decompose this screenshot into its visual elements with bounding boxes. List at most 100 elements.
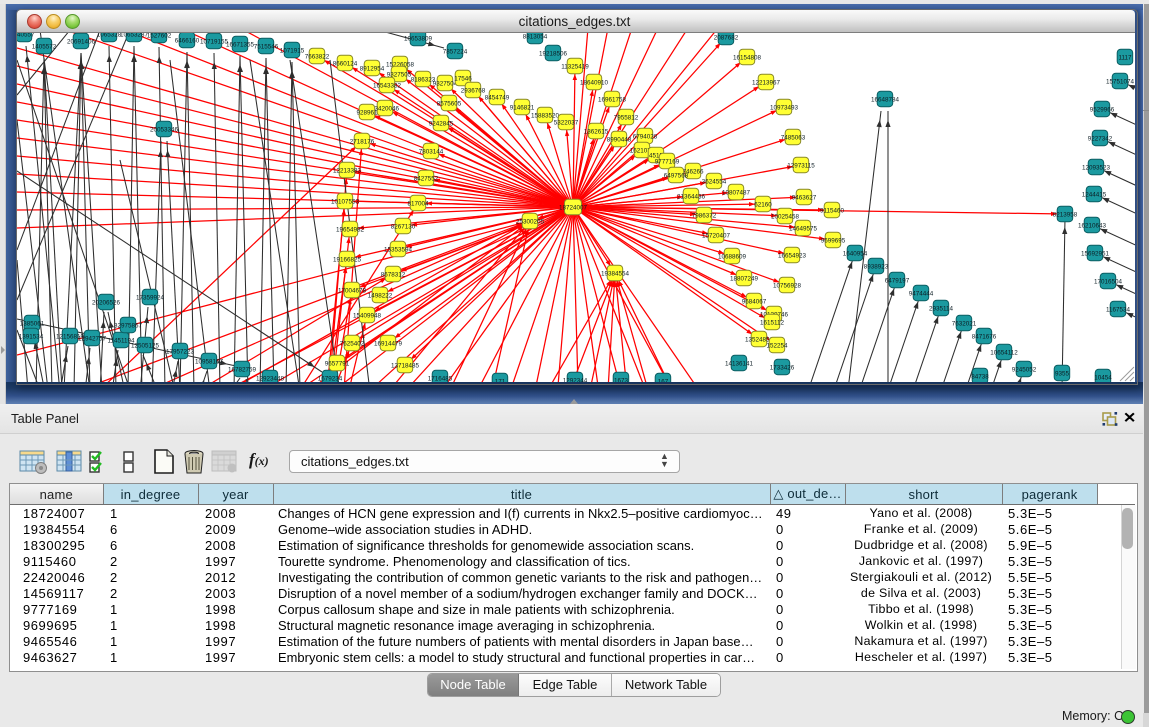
svg-text:9699695: 9699695: [821, 237, 846, 244]
svg-text:19654982: 19654982: [336, 226, 365, 233]
svg-text:1362615: 1362615: [584, 128, 609, 135]
svg-text:2087682: 2087682: [714, 34, 739, 41]
svg-text:2718176: 2718176: [350, 138, 375, 145]
svg-text:12942757: 12942757: [78, 335, 107, 342]
svg-text:8938923: 8938923: [864, 263, 889, 270]
svg-text:8213958: 8213958: [1053, 211, 1078, 218]
svg-text:17016504: 17016504: [1094, 278, 1123, 285]
svg-text:12505125: 12505125: [131, 342, 160, 349]
svg-text:16654923: 16654923: [778, 252, 807, 259]
svg-text:1244415: 1244415: [1082, 191, 1107, 198]
svg-text:6497568: 6497568: [664, 172, 689, 179]
svg-text:20053346: 20053346: [150, 126, 179, 133]
svg-text:7857224: 7857224: [443, 48, 468, 55]
svg-text:10807487: 10807487: [722, 189, 751, 196]
svg-text:15751074: 15751074: [1106, 78, 1135, 85]
svg-text:8427552: 8427552: [414, 175, 439, 182]
svg-text:171: 171: [495, 378, 506, 382]
svg-text:20691406: 20691406: [67, 38, 96, 45]
svg-text:9115460: 9115460: [820, 207, 845, 214]
svg-text:1391534: 1391534: [19, 333, 44, 340]
svg-text:16543382: 16543382: [373, 82, 402, 89]
svg-text:21364436: 21364436: [677, 193, 706, 200]
svg-text:20206526: 20206526: [92, 299, 121, 306]
svg-text:1292344: 1292344: [563, 377, 588, 382]
svg-text:13718485: 13718485: [391, 362, 420, 369]
svg-text:6794028: 6794028: [633, 133, 658, 140]
svg-text:10719155: 10719155: [200, 38, 229, 45]
svg-text:7485063: 7485063: [781, 134, 806, 141]
svg-text:10653809: 10653809: [404, 35, 433, 42]
svg-text:5322037: 5322037: [554, 119, 579, 126]
svg-text:6466160: 6466160: [175, 37, 200, 44]
svg-text:10973493: 10973493: [770, 104, 799, 111]
svg-text:1673: 1673: [614, 377, 629, 382]
svg-text:19166825: 19166825: [333, 256, 362, 263]
svg-text:8575605: 8575605: [437, 100, 462, 107]
svg-text:1733426: 1733426: [770, 364, 795, 371]
svg-text:8660124: 8660124: [333, 60, 358, 67]
svg-text:1679234: 1679234: [318, 375, 343, 382]
svg-text:9529966: 9529966: [1090, 106, 1115, 113]
svg-text:12213967: 12213967: [752, 79, 781, 86]
svg-text:10688609: 10688609: [718, 253, 747, 260]
svg-text:7515546: 7515546: [254, 43, 279, 50]
svg-text:18640910: 18640910: [580, 79, 609, 86]
svg-text:15720407: 15720407: [702, 232, 731, 239]
svg-text:7625402: 7625402: [340, 340, 365, 347]
svg-text:8678312: 8678312: [381, 271, 406, 278]
svg-text:10454: 10454: [1094, 374, 1112, 381]
svg-text:152254: 152254: [766, 342, 788, 349]
svg-text:19384554: 19384554: [601, 270, 630, 277]
svg-text:928961: 928961: [356, 109, 378, 116]
svg-text:16914479: 16914479: [374, 340, 403, 347]
svg-text:7986372: 7986372: [692, 212, 717, 219]
svg-text:167: 167: [658, 378, 669, 382]
svg-text:2936768: 2936768: [461, 87, 486, 94]
svg-text:9227342: 9227342: [1088, 135, 1113, 142]
svg-text:16671355: 16671355: [226, 41, 255, 48]
svg-text:8267130: 8267130: [391, 223, 416, 230]
svg-text:9146821: 9146821: [510, 104, 535, 111]
svg-text:32975867: 32975867: [114, 322, 143, 329]
svg-text:14649575: 14649575: [789, 225, 818, 232]
svg-text:9463627: 9463627: [792, 194, 817, 201]
svg-text:16648784: 16648784: [871, 96, 900, 103]
svg-text:1071915: 1071915: [280, 47, 305, 54]
svg-text:19218506: 19218506: [539, 50, 568, 57]
svg-text:18724007: 18724007: [559, 204, 588, 211]
svg-text:17004678: 17004678: [338, 287, 367, 294]
svg-text:15409948: 15409948: [353, 312, 382, 319]
svg-text:7803144: 7803144: [419, 148, 444, 155]
svg-text:17957223: 17957223: [166, 348, 195, 355]
svg-text:9684067: 9684067: [742, 298, 767, 305]
svg-text:16782759: 16782759: [228, 366, 257, 373]
svg-text:9242845: 9242845: [429, 120, 454, 127]
svg-text:1385061: 1385061: [20, 320, 45, 327]
svg-text:16154808: 16154808: [733, 54, 762, 61]
svg-text:8912954: 8912954: [360, 65, 385, 72]
svg-text:2935114: 2935114: [929, 305, 954, 312]
svg-text:17546: 17546: [454, 75, 472, 82]
svg-text:1498222: 1498222: [368, 292, 393, 299]
svg-text:11325419: 11325419: [561, 63, 589, 70]
svg-text:6479197: 6479197: [885, 277, 910, 284]
svg-text:14136141: 14136141: [725, 360, 754, 367]
svg-text:7955812: 7955812: [614, 114, 639, 121]
svg-text:25300205: 25300205: [516, 218, 545, 225]
svg-text:15353594: 15353594: [384, 246, 413, 253]
svg-text:1716485: 1716485: [428, 375, 453, 382]
svg-text:18807249: 18807249: [730, 275, 759, 282]
svg-text:16210643: 16210643: [1078, 222, 1107, 229]
svg-text:12923448: 12923448: [256, 375, 285, 382]
svg-text:1615112: 1615112: [760, 319, 785, 326]
svg-text:9355: 9355: [1055, 370, 1070, 377]
svg-text:10654112: 10654112: [990, 349, 1018, 356]
svg-text:62160: 62160: [754, 201, 772, 208]
svg-text:9245052: 9245052: [1012, 366, 1037, 373]
svg-text:9777169: 9777169: [655, 158, 680, 165]
svg-text:12213383: 12213383: [333, 167, 362, 174]
svg-text:1405572: 1405572: [32, 43, 57, 50]
svg-text:3624554: 3624554: [702, 178, 727, 185]
svg-text:10958167: 10958167: [195, 358, 224, 365]
